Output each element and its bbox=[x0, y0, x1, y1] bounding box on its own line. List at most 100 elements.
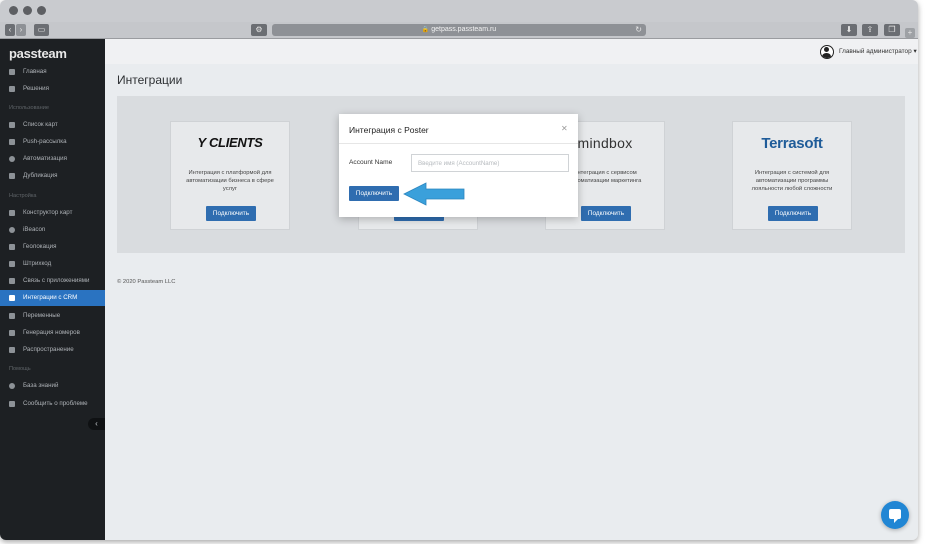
variables-icon bbox=[9, 313, 15, 319]
user-name: Главный администратор bbox=[839, 48, 912, 55]
sidebar-item-label: Решения bbox=[23, 85, 49, 92]
annotation-arrow-icon bbox=[403, 182, 465, 206]
account-name-label: Account Name bbox=[349, 159, 393, 166]
sidebar-item-label: Главная bbox=[23, 68, 47, 75]
gear-icon: ⚙ bbox=[255, 25, 263, 34]
sidebar-item-crm-integrations[interactable]: Интеграции с CRM bbox=[0, 290, 105, 306]
modal-title: Интеграция с Poster bbox=[349, 125, 429, 135]
list-icon bbox=[9, 122, 15, 128]
connect-yclients-button[interactable]: Подключить bbox=[206, 206, 256, 221]
sidebar-item-report-problem[interactable]: Сообщить о проблеме bbox=[0, 396, 105, 412]
download-icon: ⬇ bbox=[845, 25, 853, 34]
sidebar-item-app-links[interactable]: Связь с приложениями bbox=[0, 273, 105, 289]
bug-icon bbox=[9, 401, 15, 407]
back-button[interactable]: ‹ bbox=[5, 24, 15, 36]
chat-widget-button[interactable] bbox=[881, 501, 909, 529]
browser-toolbar: ‹ › ▭ ⚙ 🔒 getpass.passteam.ru ↻ ⬇ ⇪ ❐ + bbox=[0, 22, 918, 39]
address-bar[interactable]: 🔒 getpass.passteam.ru ↻ bbox=[272, 24, 646, 36]
sidebar-item-push[interactable]: Push-рассылка bbox=[0, 134, 105, 150]
connect-terrasoft-button[interactable]: Подключить bbox=[768, 206, 818, 221]
sidebar-item-variables[interactable]: Переменные bbox=[0, 308, 105, 324]
sidebar-item-label: iBeacon bbox=[23, 226, 46, 233]
clock-icon bbox=[9, 156, 15, 162]
sidebar-collapse-button[interactable]: ‹ bbox=[88, 418, 105, 430]
plus-icon: + bbox=[907, 28, 913, 37]
integration-card-terrasoft: Terrasoft Интеграция с системой для авто… bbox=[732, 121, 852, 230]
sidebar-toggle-button[interactable]: ▭ bbox=[34, 24, 49, 36]
chat-bubble-icon bbox=[889, 509, 901, 523]
top-bar: Главный администратор ▾ bbox=[105, 39, 918, 64]
user-menu[interactable]: Главный администратор ▾ bbox=[839, 47, 917, 55]
sidebar-item-duplication[interactable]: Дубликация bbox=[0, 168, 105, 184]
sidebar-section-help: Помощь bbox=[9, 366, 31, 372]
sidebar-section-usage: Использование bbox=[9, 105, 49, 111]
yclients-logo: Y CLIENTS bbox=[197, 135, 263, 150]
sidebar-item-card-builder[interactable]: Конструктор карт bbox=[0, 205, 105, 221]
sidebar-icon: ▭ bbox=[37, 25, 46, 34]
sidebar-item-label: Конструктор карт bbox=[23, 209, 73, 216]
minimize-window-button[interactable] bbox=[23, 6, 32, 15]
copy-icon bbox=[9, 173, 15, 179]
sidebar-item-geolocation[interactable]: Геолокация bbox=[0, 239, 105, 255]
connect-mindbox-button[interactable]: Подключить bbox=[581, 206, 631, 221]
sidebar-item-label: Геолокация bbox=[23, 243, 57, 250]
sidebar-item-solutions[interactable]: Решения bbox=[0, 81, 105, 97]
sidebar-item-label: Связь с приложениями bbox=[23, 277, 90, 284]
sidebar-item-knowledge-base[interactable]: База знаний bbox=[0, 378, 105, 394]
connect-button[interactable]: Подключить bbox=[349, 186, 399, 201]
brush-icon bbox=[9, 210, 15, 216]
share-icon: ⇪ bbox=[866, 25, 874, 34]
sidebar-item-barcode[interactable]: Штрихкод bbox=[0, 256, 105, 272]
sidebar-item-label: Список карт bbox=[23, 121, 58, 128]
share-button[interactable]: ⇪ bbox=[862, 24, 878, 36]
sidebar-section-settings: Настройка bbox=[9, 193, 37, 199]
footer-copyright: © 2020 Passteam LLC bbox=[117, 279, 176, 285]
downloads-button[interactable]: ⬇ bbox=[841, 24, 857, 36]
avatar[interactable] bbox=[820, 45, 834, 59]
card-description: Интеграция с платформой для автоматизаци… bbox=[186, 170, 274, 192]
sidebar-item-label: Сообщить о проблеме bbox=[23, 400, 88, 407]
browser-window: ‹ › ▭ ⚙ 🔒 getpass.passteam.ru ↻ ⬇ ⇪ ❐ + … bbox=[0, 0, 918, 540]
close-window-button[interactable] bbox=[9, 6, 18, 15]
chevron-left-icon: ‹ bbox=[95, 419, 98, 428]
sidebar-item-card-list[interactable]: Список карт bbox=[0, 117, 105, 133]
settings-button[interactable]: ⚙ bbox=[251, 24, 267, 36]
sidebar-item-ibeacon[interactable]: iBeacon bbox=[0, 222, 105, 238]
modal-divider bbox=[339, 143, 578, 144]
forward-button[interactable]: › bbox=[16, 24, 26, 36]
barcode-icon bbox=[9, 261, 15, 267]
sidebar-item-label: Распространение bbox=[23, 346, 74, 353]
sidebar: passteam Главная Решения Использование С… bbox=[0, 39, 105, 540]
location-icon bbox=[9, 244, 15, 250]
sidebar-item-home[interactable]: Главная bbox=[0, 64, 105, 80]
beacon-icon bbox=[9, 227, 15, 233]
sidebar-item-label: База знаний bbox=[23, 382, 59, 389]
link-icon bbox=[9, 278, 15, 284]
page-title: Интеграции bbox=[117, 73, 183, 87]
sitemap-icon bbox=[9, 295, 15, 301]
close-icon[interactable]: ✕ bbox=[561, 124, 568, 133]
sidebar-item-automation[interactable]: Автоматизация bbox=[0, 151, 105, 167]
chevron-right-icon: › bbox=[19, 25, 23, 34]
sidebar-item-distribution[interactable]: Распространение bbox=[0, 342, 105, 358]
sidebar-item-label: Переменные bbox=[23, 312, 61, 319]
reload-icon[interactable]: ↻ bbox=[635, 24, 642, 36]
sidebar-item-label: Генерация номеров bbox=[23, 329, 80, 336]
integration-card-yclients: Y CLIENTS Интеграция с платформой для ав… bbox=[170, 121, 290, 230]
new-tab-button[interactable]: + bbox=[905, 28, 915, 38]
sidebar-item-label: Дубликация bbox=[23, 172, 58, 179]
megaphone-icon bbox=[9, 139, 15, 145]
zoom-window-button[interactable] bbox=[37, 6, 46, 15]
card-description: Интеграция с системой для автоматизации … bbox=[751, 170, 833, 192]
list-icon bbox=[9, 86, 15, 92]
logo: passteam bbox=[9, 46, 67, 61]
url-text: getpass.passteam.ru bbox=[431, 26, 497, 33]
lock-icon: 🔒 bbox=[421, 27, 430, 33]
chevron-left-icon: ‹ bbox=[8, 25, 12, 34]
tabs-button[interactable]: ❐ bbox=[884, 24, 900, 36]
grid-icon bbox=[9, 330, 15, 336]
sidebar-item-number-generation[interactable]: Генерация номеров bbox=[0, 325, 105, 341]
account-name-input[interactable] bbox=[411, 154, 569, 172]
title-bar bbox=[0, 0, 918, 22]
sidebar-item-label: Интеграции с CRM bbox=[23, 294, 78, 301]
